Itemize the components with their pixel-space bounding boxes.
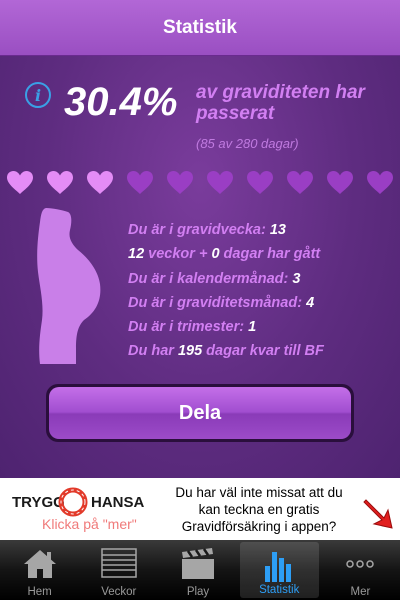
heart-empty-icon: [167, 171, 193, 194]
tab-veckor[interactable]: Veckor: [79, 540, 158, 600]
heart-filled-icon: [7, 171, 33, 194]
share-button[interactable]: Dela: [49, 387, 351, 439]
heart-empty-icon: [287, 171, 313, 194]
heart-filled-icon: [87, 171, 113, 194]
tab-statistik[interactable]: Statistik: [239, 542, 319, 598]
heart-empty-icon: [367, 171, 393, 194]
ad-copy: Du har väl inte missat att du kan teckna…: [175, 485, 343, 534]
statistics-panel: i 30.4% av graviditeten har passerat (85…: [0, 56, 400, 478]
stat-days-remaining: Du har 195 dagar kvar till BF: [128, 343, 324, 360]
tab-mer[interactable]: Mer: [321, 540, 400, 600]
house-icon: [23, 550, 56, 578]
heart-empty-icon: [207, 171, 233, 194]
info-icon[interactable]: i: [25, 82, 51, 108]
progress-hearts: [6, 170, 398, 198]
days-counter: (85 av 280 dagar): [196, 136, 299, 151]
heart-empty-icon: [247, 171, 273, 194]
trygghansa-logo-icon: [58, 487, 88, 517]
navigation-bar: Statistik: [0, 0, 400, 56]
progress-description: av graviditeten har passerat: [196, 82, 365, 124]
progress-percent: 30.4%: [64, 80, 178, 124]
ad-banner[interactable]: TRYGG HANSA Klicka på "mer" Du har väl i…: [0, 478, 400, 540]
stat-weeks-days-passed: 12 veckor + 0 dagar har gått: [128, 246, 321, 263]
stats-list: Du är i gravidvecka: 13 12 veckor + 0 da…: [128, 218, 396, 364]
ad-click-text: Klicka på "mer": [42, 516, 137, 532]
stat-pregnancy-month: Du är i graviditetsmånad: 4: [128, 294, 315, 311]
clapperboard-icon: [182, 548, 214, 579]
bar-chart-icon: [265, 552, 292, 582]
tab-hem[interactable]: Hem: [0, 540, 79, 600]
more-dots-icon: [346, 560, 375, 568]
stat-gestational-week: Du är i gravidvecka: 13: [128, 222, 286, 238]
stat-calendar-month: Du är i kalendermånad: 3: [128, 270, 301, 287]
heart-empty-icon: [327, 171, 353, 194]
heart-empty-icon: [127, 171, 153, 194]
list-icon: [101, 548, 137, 578]
arrow-down-right-icon: [363, 499, 393, 529]
tab-bar: Hem Veckor Play Statistik Mer: [0, 540, 400, 600]
share-button-frame: Dela: [46, 384, 354, 442]
pregnant-body-icon: [37, 208, 101, 364]
page-title: Statistik: [163, 16, 237, 38]
stat-trimester: Du är i trimester: 1: [128, 319, 257, 336]
heart-filled-icon: [47, 171, 73, 194]
tab-play[interactable]: Play: [158, 540, 237, 600]
ad-brand-right: HANSA: [91, 494, 145, 511]
ad-brand-left: TRYGG: [12, 494, 65, 511]
